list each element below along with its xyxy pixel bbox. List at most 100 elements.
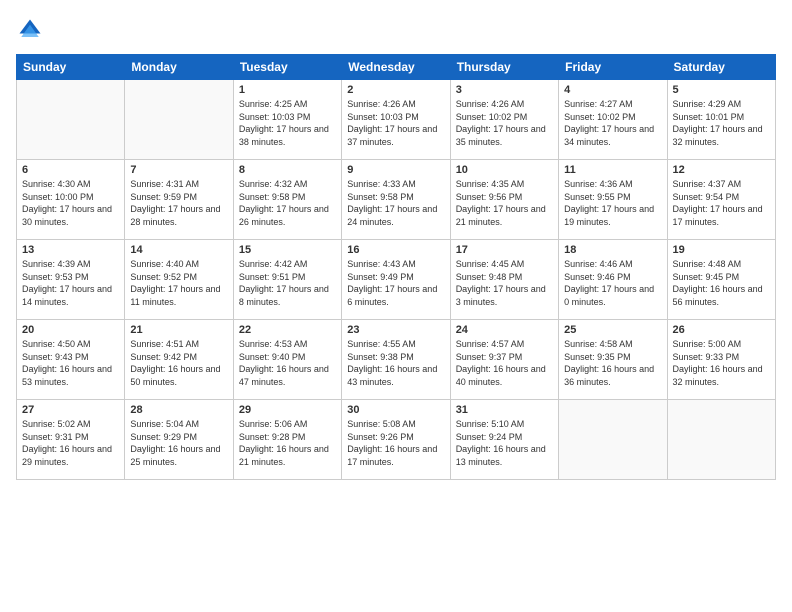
- day-info: Sunrise: 4:40 AM Sunset: 9:52 PM Dayligh…: [130, 258, 227, 308]
- day-info: Sunrise: 4:32 AM Sunset: 9:58 PM Dayligh…: [239, 178, 336, 228]
- day-info: Sunrise: 4:42 AM Sunset: 9:51 PM Dayligh…: [239, 258, 336, 308]
- day-info: Sunrise: 4:48 AM Sunset: 9:45 PM Dayligh…: [673, 258, 770, 308]
- calendar-week-2: 6 Sunrise: 4:30 AM Sunset: 10:00 PM Dayli…: [17, 160, 776, 240]
- calendar-cell: 19 Sunrise: 4:48 AM Sunset: 9:45 PM Dayli…: [667, 240, 775, 320]
- calendar-week-1: 1 Sunrise: 4:25 AM Sunset: 10:03 PM Dayli…: [17, 80, 776, 160]
- day-info: Sunrise: 4:30 AM Sunset: 10:00 PM Daylig…: [22, 178, 119, 228]
- day-number: 29: [239, 404, 336, 416]
- day-number: 22: [239, 324, 336, 336]
- day-number: 14: [130, 244, 227, 256]
- day-info: Sunrise: 5:04 AM Sunset: 9:29 PM Dayligh…: [130, 418, 227, 468]
- calendar-cell: 29 Sunrise: 5:06 AM Sunset: 9:28 PM Dayli…: [233, 400, 341, 480]
- calendar-cell: 18Sunrise: 4:46 AM Sunset: 9:46 PM Dayli…: [559, 240, 667, 320]
- day-number: 17: [456, 244, 553, 256]
- calendar-cell: 27 Sunrise: 5:02 AM Sunset: 9:31 PM Dayli…: [17, 400, 125, 480]
- day-number: 2: [347, 84, 444, 96]
- day-number: 1: [239, 84, 336, 96]
- day-number: 4: [564, 84, 661, 96]
- day-number: 31: [456, 404, 553, 416]
- calendar-cell: 23 Sunrise: 4:55 AM Sunset: 9:38 PM Dayli…: [342, 320, 450, 400]
- logo: [16, 16, 48, 44]
- day-number: 15: [239, 244, 336, 256]
- day-number: 26: [673, 324, 770, 336]
- day-info: Sunrise: 4:25 AM Sunset: 10:03 PM Daylig…: [239, 98, 336, 148]
- day-number: 8: [239, 164, 336, 176]
- calendar-header-friday: Friday: [559, 55, 667, 80]
- calendar-cell: 28Sunrise: 5:04 AM Sunset: 9:29 PM Dayli…: [125, 400, 233, 480]
- day-info: Sunrise: 4:45 AM Sunset: 9:48 PM Dayligh…: [456, 258, 553, 308]
- day-info: Sunrise: 5:10 AM Sunset: 9:24 PM Dayligh…: [456, 418, 553, 468]
- day-info: Sunrise: 5:00 AM Sunset: 9:33 PM Dayligh…: [673, 338, 770, 388]
- calendar-cell: 24 Sunrise: 4:57 AM Sunset: 9:37 PM Dayli…: [450, 320, 558, 400]
- calendar-cell: [559, 400, 667, 480]
- day-info: Sunrise: 4:27 AM Sunset: 10:02 PM Daylig…: [564, 98, 661, 148]
- calendar-cell: 15 Sunrise: 4:42 AM Sunset: 9:51 PM Dayli…: [233, 240, 341, 320]
- day-number: 6: [22, 164, 119, 176]
- calendar-cell: 10Sunrise: 4:35 AM Sunset: 9:56 PM Dayli…: [450, 160, 558, 240]
- calendar-header-sunday: Sunday: [17, 55, 125, 80]
- calendar-header-tuesday: Tuesday: [233, 55, 341, 80]
- day-info: Sunrise: 4:57 AM Sunset: 9:37 PM Dayligh…: [456, 338, 553, 388]
- day-number: 21: [130, 324, 227, 336]
- calendar-header-thursday: Thursday: [450, 55, 558, 80]
- day-info: Sunrise: 4:46 AM Sunset: 9:46 PM Dayligh…: [564, 258, 661, 308]
- day-info: Sunrise: 4:31 AM Sunset: 9:59 PM Dayligh…: [130, 178, 227, 228]
- calendar-cell: 30Sunrise: 5:08 AM Sunset: 9:26 PM Dayli…: [342, 400, 450, 480]
- calendar-header-saturday: Saturday: [667, 55, 775, 80]
- day-info: Sunrise: 4:26 AM Sunset: 10:03 PM Daylig…: [347, 98, 444, 148]
- day-number: 13: [22, 244, 119, 256]
- day-number: 11: [564, 164, 661, 176]
- calendar-cell: 25Sunrise: 4:58 AM Sunset: 9:35 PM Dayli…: [559, 320, 667, 400]
- calendar-cell: 17 Sunrise: 4:45 AM Sunset: 9:48 PM Dayli…: [450, 240, 558, 320]
- day-number: 5: [673, 84, 770, 96]
- day-info: Sunrise: 4:53 AM Sunset: 9:40 PM Dayligh…: [239, 338, 336, 388]
- calendar-week-3: 13Sunrise: 4:39 AM Sunset: 9:53 PM Dayli…: [17, 240, 776, 320]
- day-info: Sunrise: 4:50 AM Sunset: 9:43 PM Dayligh…: [22, 338, 119, 388]
- day-number: 24: [456, 324, 553, 336]
- day-info: Sunrise: 4:33 AM Sunset: 9:58 PM Dayligh…: [347, 178, 444, 228]
- day-info: Sunrise: 4:58 AM Sunset: 9:35 PM Dayligh…: [564, 338, 661, 388]
- calendar-header-monday: Monday: [125, 55, 233, 80]
- day-info: Sunrise: 4:51 AM Sunset: 9:42 PM Dayligh…: [130, 338, 227, 388]
- day-number: 20: [22, 324, 119, 336]
- header: [16, 16, 776, 44]
- calendar-cell: [667, 400, 775, 480]
- day-info: Sunrise: 4:36 AM Sunset: 9:55 PM Dayligh…: [564, 178, 661, 228]
- calendar-cell: 12 Sunrise: 4:37 AM Sunset: 9:54 PM Dayli…: [667, 160, 775, 240]
- calendar-cell: 1 Sunrise: 4:25 AM Sunset: 10:03 PM Dayli…: [233, 80, 341, 160]
- calendar-week-5: 27 Sunrise: 5:02 AM Sunset: 9:31 PM Dayli…: [17, 400, 776, 480]
- day-number: 27: [22, 404, 119, 416]
- day-number: 10: [456, 164, 553, 176]
- day-info: Sunrise: 5:08 AM Sunset: 9:26 PM Dayligh…: [347, 418, 444, 468]
- day-number: 16: [347, 244, 444, 256]
- calendar: SundayMondayTuesdayWednesdayThursdayFrid…: [16, 54, 776, 480]
- day-number: 23: [347, 324, 444, 336]
- day-number: 12: [673, 164, 770, 176]
- calendar-cell: 9 Sunrise: 4:33 AM Sunset: 9:58 PM Daylig…: [342, 160, 450, 240]
- calendar-cell: 11 Sunrise: 4:36 AM Sunset: 9:55 PM Dayli…: [559, 160, 667, 240]
- day-number: 3: [456, 84, 553, 96]
- calendar-cell: 26 Sunrise: 5:00 AM Sunset: 9:33 PM Dayli…: [667, 320, 775, 400]
- calendar-cell: [17, 80, 125, 160]
- calendar-cell: 31 Sunrise: 5:10 AM Sunset: 9:24 PM Dayli…: [450, 400, 558, 480]
- day-number: 19: [673, 244, 770, 256]
- day-info: Sunrise: 5:02 AM Sunset: 9:31 PM Dayligh…: [22, 418, 119, 468]
- day-info: Sunrise: 4:26 AM Sunset: 10:02 PM Daylig…: [456, 98, 553, 148]
- day-info: Sunrise: 4:29 AM Sunset: 10:01 PM Daylig…: [673, 98, 770, 148]
- calendar-cell: 22 Sunrise: 4:53 AM Sunset: 9:40 PM Dayli…: [233, 320, 341, 400]
- calendar-cell: 7Sunrise: 4:31 AM Sunset: 9:59 PM Daylig…: [125, 160, 233, 240]
- day-info: Sunrise: 4:55 AM Sunset: 9:38 PM Dayligh…: [347, 338, 444, 388]
- calendar-cell: 13Sunrise: 4:39 AM Sunset: 9:53 PM Dayli…: [17, 240, 125, 320]
- calendar-cell: 6 Sunrise: 4:30 AM Sunset: 10:00 PM Dayli…: [17, 160, 125, 240]
- calendar-cell: 20 Sunrise: 4:50 AM Sunset: 9:43 PM Dayli…: [17, 320, 125, 400]
- calendar-cell: 16Sunrise: 4:43 AM Sunset: 9:49 PM Dayli…: [342, 240, 450, 320]
- calendar-cell: 5 Sunrise: 4:29 AM Sunset: 10:01 PM Dayli…: [667, 80, 775, 160]
- calendar-header-row: SundayMondayTuesdayWednesdayThursdayFrid…: [17, 55, 776, 80]
- calendar-header-wednesday: Wednesday: [342, 55, 450, 80]
- calendar-cell: 4 Sunrise: 4:27 AM Sunset: 10:02 PM Dayli…: [559, 80, 667, 160]
- day-info: Sunrise: 5:06 AM Sunset: 9:28 PM Dayligh…: [239, 418, 336, 468]
- calendar-cell: [125, 80, 233, 160]
- day-number: 9: [347, 164, 444, 176]
- page: SundayMondayTuesdayWednesdayThursdayFrid…: [0, 0, 792, 612]
- day-info: Sunrise: 4:37 AM Sunset: 9:54 PM Dayligh…: [673, 178, 770, 228]
